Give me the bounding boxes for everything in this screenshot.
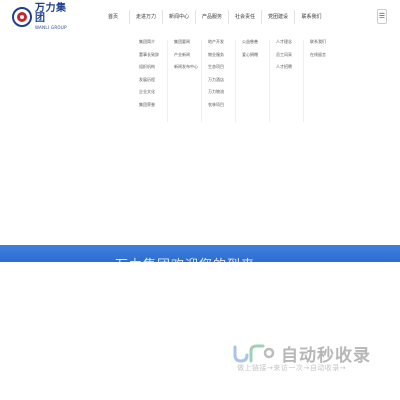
nav-item-party[interactable]: 党团建设 bbox=[262, 10, 295, 24]
dropdown-item[interactable]: 地产开发 bbox=[208, 40, 235, 44]
dropdown-item[interactable]: 企业文化 bbox=[139, 90, 167, 94]
dropdown-item[interactable]: 在线留言 bbox=[310, 52, 337, 57]
brand-name-cn: 万力集团 bbox=[35, 3, 67, 24]
dropdown-item[interactable]: 万力物流 bbox=[208, 90, 235, 94]
dropdown-item[interactable]: 董事长致辞 bbox=[139, 52, 167, 57]
logo[interactable]: 万力集团 WANLI GROUP bbox=[12, 4, 74, 30]
nav-item-contact[interactable]: 联系我们 bbox=[295, 10, 328, 24]
hero-banner: 万力集团欢迎您的到来 bbox=[0, 245, 400, 262]
dropdown-item[interactable]: 新闻发布中心 bbox=[174, 65, 201, 69]
brand-name-en: WANLI GROUP bbox=[35, 25, 67, 30]
dropdown-item[interactable]: 万力酒店 bbox=[208, 77, 235, 82]
dropdown-column-responsibility: 公益慈善 爱心捐赠 bbox=[235, 40, 269, 122]
hamburger-icon: ☰ bbox=[378, 12, 386, 20]
dropdown-item[interactable]: 农林项目 bbox=[208, 102, 235, 107]
menu-toggle-button[interactable]: ☰ bbox=[377, 9, 387, 24]
watermark: 自动秒收录 做上链接→来访一次→自动收录→ bbox=[231, 341, 381, 375]
main-nav: 首页 走进万力 新闻中心 产品服务 社会责任 党团建设 联系我们 bbox=[97, 10, 328, 24]
dropdown-item[interactable]: 发展历程 bbox=[139, 77, 167, 82]
logo-emblem-icon bbox=[12, 7, 32, 27]
logo-text: 万力集团 WANLI GROUP bbox=[35, 4, 74, 30]
dropdown-item[interactable]: 集团要闻 bbox=[174, 40, 201, 44]
nav-item-responsibility[interactable]: 社会责任 bbox=[229, 10, 262, 24]
dropdown-item[interactable]: 生态项目 bbox=[208, 65, 235, 69]
dropdown-item[interactable]: 爱心捐赠 bbox=[242, 52, 269, 57]
dropdown-item[interactable]: 员工风采 bbox=[276, 52, 303, 57]
dropdown-column-products: 地产开发 物业服务 生态项目 万力酒店 万力物流 农林项目 bbox=[201, 40, 235, 122]
dropdown-item[interactable]: 集团荣誉 bbox=[139, 102, 167, 107]
dropdown-column-contact: 联系我们 在线留言 bbox=[303, 40, 337, 122]
dropdown-item[interactable]: 物业服务 bbox=[208, 52, 235, 57]
dropdown-item[interactable]: 人才招聘 bbox=[276, 65, 303, 69]
dropdown-item[interactable]: 人才理念 bbox=[276, 40, 303, 44]
dropdown-column-news: 集团要闻 产业新闻 新闻发布中心 bbox=[167, 40, 201, 122]
hero-text: 万力集团欢迎您的到来 bbox=[115, 254, 255, 262]
dropdown-item[interactable]: 联系我们 bbox=[310, 40, 337, 44]
dropdown-column-about: 集团简介 董事长致辞 组织机构 发展历程 企业文化 集团荣誉 bbox=[133, 40, 167, 122]
nav-item-products[interactable]: 产品服务 bbox=[196, 10, 229, 24]
dropdown-item[interactable]: 公益慈善 bbox=[242, 40, 269, 44]
dropdown-item[interactable]: 集团简介 bbox=[139, 40, 167, 44]
dropdown-menu: 集团简介 董事长致辞 组织机构 发展历程 企业文化 集团荣誉 集团要闻 产业新闻… bbox=[133, 40, 337, 122]
watermark-logo-icon bbox=[233, 344, 275, 363]
nav-item-news[interactable]: 新闻中心 bbox=[163, 10, 196, 24]
dropdown-column-party: 人才理念 员工风采 人才招聘 bbox=[269, 40, 303, 122]
nav-item-about[interactable]: 走进万力 bbox=[130, 10, 163, 24]
site-header: 万力集团 WANLI GROUP 首页 走进万力 新闻中心 产品服务 社会责任 … bbox=[0, 0, 400, 34]
watermark-subtitle: 做上链接→来访一次→自动收录→ bbox=[237, 364, 347, 372]
nav-item-home[interactable]: 首页 bbox=[97, 10, 130, 24]
dropdown-item[interactable]: 产业新闻 bbox=[174, 52, 201, 57]
dropdown-item[interactable]: 组织机构 bbox=[139, 65, 167, 69]
